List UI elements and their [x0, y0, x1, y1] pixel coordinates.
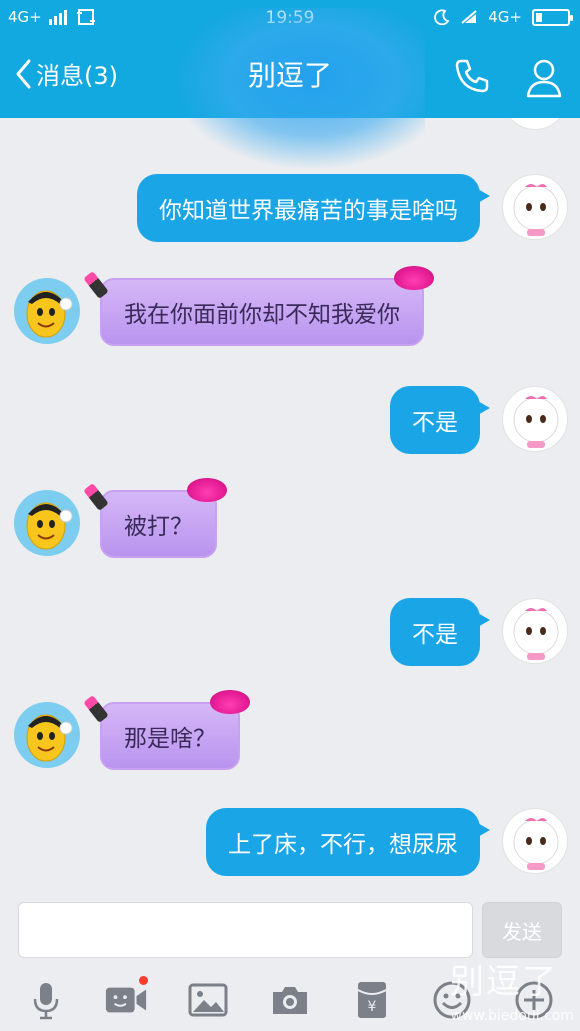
battery-icon: [532, 8, 573, 26]
image-button[interactable]: [186, 978, 230, 1022]
red-packet-button[interactable]: ¥: [350, 978, 394, 1022]
video-icon: [105, 987, 147, 1013]
person-icon: [526, 59, 562, 98]
emoji-button[interactable]: [430, 978, 474, 1022]
chat-area[interactable]: 你知道世界最痛苦的事是啥吗 我在你面前你却不知我爱你 不是 被打？ 不是 那是啥…: [0, 118, 580, 890]
avatar[interactable]: [14, 702, 80, 768]
avatar[interactable]: [502, 808, 568, 874]
message-text: 我在你面前你却不知我爱你: [124, 302, 400, 328]
title-bar: 消息(3) 别逗了: [0, 8, 580, 168]
input-bar: 发送 ¥ 别逗了 www.biedoul.com: [0, 890, 580, 1031]
lipstick-decoration-icon: [83, 483, 109, 511]
avatar-face-icon: [513, 184, 559, 236]
svg-text:¥: ¥: [368, 999, 377, 1015]
microphone-icon: [33, 983, 59, 1020]
send-button[interactable]: 发送: [482, 902, 562, 958]
more-button[interactable]: [512, 978, 556, 1022]
image-icon: [188, 983, 228, 1017]
avatar[interactable]: [502, 598, 568, 664]
phone-icon: [455, 59, 489, 93]
message-bubble[interactable]: 上了床，不行，想尿尿: [206, 808, 490, 876]
avatar-face-icon: [513, 608, 559, 660]
notification-dot: [139, 976, 148, 985]
network-label-right: 4G+: [488, 8, 522, 26]
camera-icon: [273, 987, 307, 1014]
lips-decoration-icon: [394, 266, 434, 290]
status-right: 4G+: [434, 8, 573, 26]
message-text: 被打？: [124, 514, 193, 540]
camera-button[interactable]: [268, 978, 312, 1022]
plus-icon: [515, 981, 553, 1019]
avatar[interactable]: [502, 118, 568, 130]
avatar[interactable]: [502, 174, 568, 240]
message-bubble[interactable]: 我在你面前你却不知我爱你: [83, 266, 434, 346]
message-bubble[interactable]: 不是: [390, 386, 490, 454]
avatar[interactable]: [502, 386, 568, 452]
avatar[interactable]: [14, 490, 80, 556]
avatar-face-icon: [513, 396, 559, 448]
message-text: 那是啥？: [124, 726, 216, 752]
voice-button[interactable]: [24, 978, 68, 1022]
lipstick-decoration-icon: [83, 271, 109, 299]
message-bubble[interactable]: 不是: [390, 598, 490, 666]
mute-icon: [461, 10, 477, 24]
call-button[interactable]: [452, 56, 492, 100]
avatar[interactable]: [14, 278, 80, 344]
message-bubble[interactable]: 那是啥？: [83, 690, 250, 770]
avatar-mascot-icon: [26, 290, 73, 338]
lips-decoration-icon: [187, 478, 227, 502]
status-bar: 4G+ 19:59 4G+: [0, 0, 580, 36]
lips-decoration-icon: [210, 690, 250, 714]
emoji-icon: [433, 981, 471, 1019]
lipstick-decoration-icon: [83, 695, 109, 723]
profile-button[interactable]: [524, 56, 564, 102]
avatar-face-icon: [513, 818, 559, 870]
video-button[interactable]: [104, 976, 148, 1022]
message-bubble[interactable]: 被打？: [83, 478, 227, 558]
moon-icon: [434, 9, 450, 25]
message-input[interactable]: [18, 902, 473, 958]
avatar-mascot-icon: [26, 502, 73, 550]
input-toolbar: ¥: [0, 970, 580, 1026]
avatar-mascot-icon: [26, 714, 73, 762]
chat-title: 别逗了: [247, 59, 332, 92]
red-packet-icon: ¥: [357, 982, 387, 1018]
message-bubble[interactable]: 你知道世界最痛苦的事是啥吗: [137, 174, 490, 242]
